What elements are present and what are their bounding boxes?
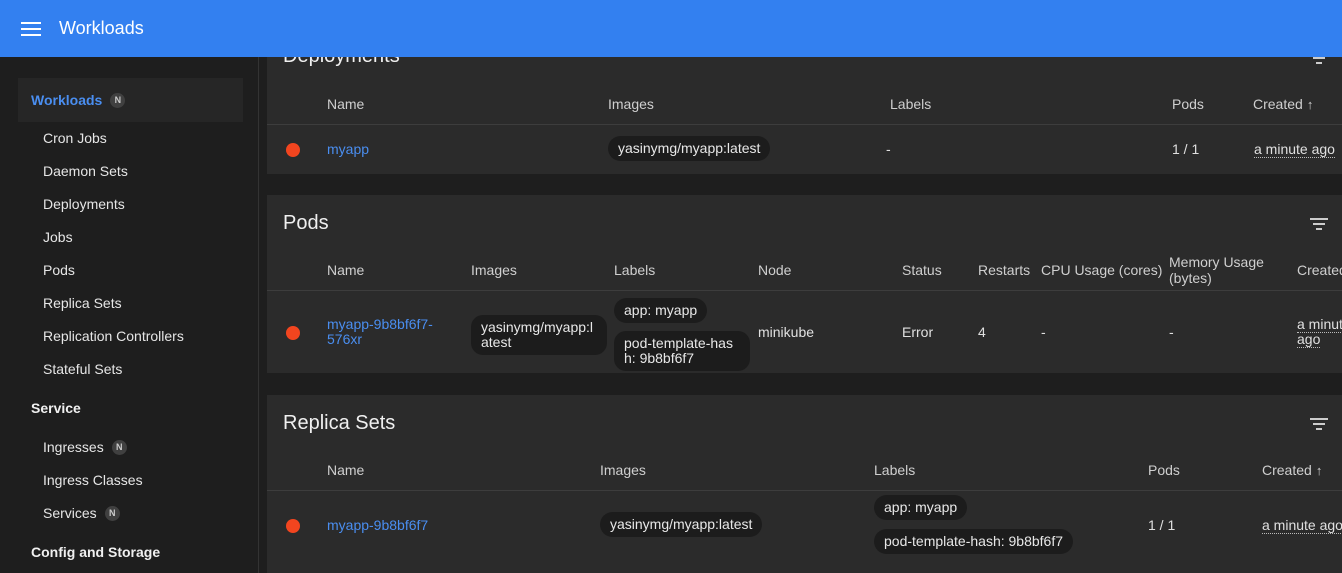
column-header-pods: Pods — [1172, 96, 1204, 112]
column-header-labels: Labels — [890, 96, 932, 112]
image-chip: yasinymg/myapp:latest — [600, 512, 763, 537]
pods-value: 1 / 1 — [1148, 517, 1176, 533]
status-value: Error — [902, 324, 934, 340]
sidebar-item-label: Services — [43, 505, 97, 521]
sidebar-item-cron-jobs[interactable]: Cron Jobs — [43, 130, 107, 146]
restarts-value: 4 — [978, 324, 986, 340]
column-header-status: Status — [902, 262, 942, 278]
pods-card: Pods Name Images Labels Node Status Rest… — [267, 195, 1342, 373]
header-divider — [267, 124, 1342, 125]
column-header-label: Created — [1262, 462, 1312, 478]
sidebar: Workloads N Cron Jobs Daemon Sets Deploy… — [0, 57, 259, 573]
sidebar-group-workloads[interactable]: Workloads N — [18, 78, 243, 122]
pods-title: Pods — [283, 212, 329, 234]
sidebar-item-ingresses[interactable]: Ingresses N — [43, 439, 127, 455]
sidebar-item-deployments[interactable]: Deployments — [43, 196, 125, 212]
label-chip: app: myapp — [874, 495, 968, 520]
deployment-name-link[interactable]: myapp — [327, 142, 369, 157]
labels-value: - — [886, 141, 891, 157]
sidebar-item-label: Ingress Classes — [43, 472, 143, 488]
status-error-icon — [286, 143, 300, 157]
new-badge: N — [104, 505, 120, 521]
sidebar-item-label: Ingresses — [43, 439, 104, 455]
label-chip: pod-template-hash: 9b8bf6f7 — [874, 529, 1074, 554]
menu-icon — [21, 21, 41, 36]
column-header-name[interactable]: Name — [327, 262, 364, 278]
sidebar-section-config-storage: Config and Storage — [31, 544, 161, 560]
label-chip: pod-template-hash: 9b8bf6f7 — [614, 331, 750, 371]
created-text: a minute ago — [1297, 316, 1342, 348]
sidebar-item-replication-controllers[interactable]: Replication Controllers — [43, 328, 184, 344]
sidebar-item-services[interactable]: Services N — [43, 505, 120, 521]
status-error-icon — [286, 519, 300, 533]
replicasets-title: Replica Sets — [283, 412, 396, 434]
label-chip: app: myapp — [614, 298, 708, 323]
sidebar-section-service: Service — [31, 400, 81, 416]
image-chip: yasinymg/myapp:latest — [608, 136, 771, 161]
created-value[interactable]: a minute ago — [1262, 518, 1342, 534]
column-header-cpu: CPU Usage (cores) — [1041, 262, 1163, 278]
sidebar-item-stateful-sets[interactable]: Stateful Sets — [43, 361, 122, 377]
replicasets-card: Replica Sets Name Images Labels Pods Cre… — [267, 395, 1342, 573]
deployments-card: Deployments Name Images Labels Pods Crea… — [267, 57, 1342, 174]
sidebar-item-pods[interactable]: Pods — [43, 262, 75, 278]
filter-icon[interactable] — [1308, 57, 1330, 69]
sidebar-item-daemon-sets[interactable]: Daemon Sets — [43, 163, 128, 179]
column-header-memory: Memory Usage (bytes) — [1169, 254, 1264, 286]
status-error-icon — [286, 326, 300, 340]
column-header-created[interactable]: Created ↑ — [1253, 96, 1313, 113]
filter-icon[interactable] — [1308, 413, 1330, 435]
column-header-images: Images — [471, 262, 517, 278]
filter-icon[interactable] — [1308, 213, 1330, 235]
menu-button[interactable] — [0, 0, 62, 57]
column-header-restarts: Restarts — [978, 262, 1031, 278]
node-value: minikube — [758, 324, 815, 340]
image-chip: yasinymg/myapp:latest — [471, 315, 607, 355]
top-bar: Workloads — [0, 0, 1342, 57]
new-badge: N — [111, 439, 127, 455]
cpu-value: - — [1041, 324, 1046, 340]
sidebar-item-jobs[interactable]: Jobs — [43, 229, 73, 245]
deployments-title: Deployments — [283, 57, 400, 68]
column-header-images: Images — [600, 462, 646, 478]
column-header-images: Images — [608, 96, 654, 112]
column-header-name[interactable]: Name — [327, 462, 364, 478]
sidebar-item-ingress-classes[interactable]: Ingress Classes — [43, 472, 143, 488]
column-header-labels: Labels — [614, 262, 656, 278]
new-badge: N — [110, 92, 126, 108]
column-header-node: Node — [758, 262, 792, 278]
column-header-created[interactable]: Created ↑ — [1262, 462, 1322, 479]
created-value[interactable]: a minute ago — [1254, 142, 1335, 158]
header-divider — [267, 290, 1342, 291]
arrow-up-icon: ↑ — [1306, 97, 1314, 112]
replicaset-name-link[interactable]: myapp-9b8bf6f7 — [327, 518, 428, 533]
sidebar-item-replica-sets[interactable]: Replica Sets — [43, 295, 122, 311]
memory-value: - — [1169, 324, 1174, 340]
column-header-labels: Labels — [874, 462, 916, 478]
main-content: Deployments Name Images Labels Pods Crea… — [267, 57, 1342, 573]
header-divider — [267, 490, 1342, 491]
column-header-name[interactable]: Name — [327, 96, 364, 112]
column-header-pods: Pods — [1148, 462, 1180, 478]
column-header-created[interactable]: Created — [1297, 262, 1342, 278]
sidebar-group-label: Workloads — [31, 92, 103, 108]
pods-value: 1 / 1 — [1172, 141, 1200, 157]
column-header-label: Created — [1253, 96, 1303, 112]
created-value[interactable]: a minute ago — [1297, 316, 1342, 348]
arrow-up-icon: ↑ — [1315, 463, 1323, 478]
pod-name-link[interactable]: myapp-9b8bf6f7-576xr — [327, 317, 445, 347]
page-title: Workloads — [59, 18, 144, 38]
